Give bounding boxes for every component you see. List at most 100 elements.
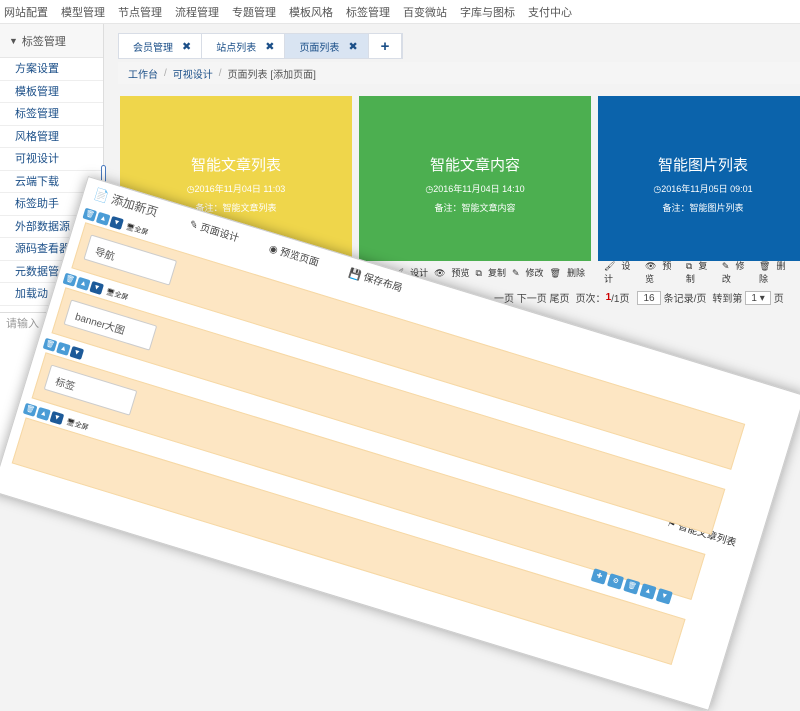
card-date: ◷2016年11月04日 14:10 (425, 184, 525, 194)
sidebar-item-template[interactable]: 模板管理 (0, 81, 103, 103)
move-down-icon[interactable]: ▼ (109, 215, 124, 230)
delete-label: 删除 (566, 267, 585, 278)
topnav-model-mgmt[interactable]: 模型管理 (61, 4, 105, 20)
add-icon[interactable]: ✚ (590, 568, 608, 585)
close-icon[interactable]: ✖ (182, 40, 191, 53)
card-actions: 🖌设计 👁预览 ⧉复制 ✎修改 🗑删除 (598, 261, 800, 284)
card-note: 备注：智能文章内容 (434, 203, 516, 213)
breadcrumb-current: 页面列表 [添加页面] (227, 69, 316, 81)
move-up-icon[interactable]: ▲ (56, 341, 71, 356)
close-icon[interactable]: ✖ (265, 40, 274, 53)
move-up-icon[interactable]: ▲ (95, 211, 111, 226)
per-page-input[interactable]: 16 (637, 290, 661, 305)
card-title: 智能文章内容 (429, 157, 520, 174)
topnav-tag-mgmt[interactable]: 标签管理 (346, 4, 390, 20)
pager-total: /1页 (611, 294, 630, 305)
per-page-label: 条记录/页 (663, 294, 707, 305)
sidebar-item-tag[interactable]: 标签管理 (0, 103, 103, 126)
page-design-label: 页面设计 (198, 221, 241, 245)
topnav-payment[interactable]: 支付中心 (528, 4, 572, 20)
move-up-icon[interactable]: ▲ (639, 583, 657, 600)
edit-label: 修改 (721, 261, 745, 284)
goto-label: 转到第 (712, 294, 743, 305)
edit-button[interactable]: ✎ 修改 (722, 259, 753, 285)
sidebar-header-label: 标签管理 (21, 35, 66, 48)
copy-label: 复制 (685, 261, 708, 284)
dialog-title-text: 添加新页 (109, 191, 160, 220)
delete-icon[interactable]: 🗑 (42, 337, 58, 352)
tab-page-list[interactable]: 页面列表 ✖ (285, 34, 369, 58)
pager-pages-label: 页次： (575, 294, 606, 305)
breadcrumb-separator: / (164, 67, 167, 79)
topnav-font-icon[interactable]: 字库与图标 (460, 4, 515, 20)
save-layout-label: 保存布局 (362, 271, 404, 294)
move-down-icon[interactable]: ▼ (655, 588, 673, 605)
preview-button[interactable]: 👁 预览 (434, 266, 469, 279)
move-down-icon[interactable]: ▼ (69, 345, 85, 360)
delete-button[interactable]: 🗑 删除 (759, 259, 794, 285)
move-up-icon[interactable]: ▲ (75, 276, 91, 291)
copy-button[interactable]: ⧉ 复制 (686, 259, 716, 285)
delete-icon[interactable]: 🗑 (82, 207, 98, 222)
topnav-node-mgmt[interactable]: 节点管理 (118, 4, 162, 20)
delete-button[interactable]: 🗑 删除 (550, 266, 585, 279)
sidebar-header[interactable]: ▼ 标签管理 (0, 24, 103, 58)
tab-bar: 会员管理 ✖ 站点列表 ✖ 页面列表 ✖ + (118, 33, 404, 59)
preview-label: 预览 (644, 261, 672, 284)
preview-button[interactable]: 👁 预览 (645, 259, 680, 285)
edit-label: 修改 (525, 267, 544, 278)
card-date: ◷2016年11月04日 11:03 (186, 184, 286, 194)
sidebar-item-visual-design[interactable]: 可视设计 (0, 148, 103, 171)
settings-icon[interactable]: ⚙ (606, 573, 625, 590)
preview-page-label: 预览页面 (278, 246, 321, 269)
tab-label: 会员管理 (133, 42, 173, 54)
delete-icon[interactable]: 🗑 (22, 402, 38, 417)
add-tab-button[interactable]: + (369, 34, 403, 58)
chevron-down-icon: ▼ (9, 35, 18, 46)
sidebar-item-style[interactable]: 风格管理 (0, 126, 103, 148)
tab-member-mgmt[interactable]: 会员管理 ✖ (119, 34, 203, 58)
edit-button[interactable]: ✎ 修改 (512, 266, 544, 279)
topnav-site-config[interactable]: 网站配置 (4, 4, 48, 20)
breadcrumb: 工作台 / 可视设计 / 页面列表 [添加页面] (118, 62, 800, 84)
preview-label: 预览 (451, 267, 470, 278)
topnav-template-style[interactable]: 模板风格 (289, 4, 333, 20)
sidebar-item-scheme[interactable]: 方案设置 (0, 58, 103, 81)
tab-label: 页面列表 (299, 42, 340, 54)
breadcrumb-home[interactable]: 工作台 (128, 66, 158, 81)
move-down-icon[interactable]: ▼ (49, 410, 65, 425)
goto-suffix: 页 (773, 294, 784, 305)
fullscreen-text: 全屏 (73, 420, 90, 432)
close-icon[interactable]: ✖ (348, 40, 357, 53)
fullscreen-text: 全屏 (113, 290, 129, 302)
move-down-icon[interactable]: ▼ (89, 280, 105, 295)
copy-label: 复制 (487, 267, 506, 278)
delete-icon[interactable]: 🗑 (623, 578, 641, 595)
topnav-flow-mgmt[interactable]: 流程管理 (175, 4, 219, 20)
breadcrumb-separator: / (218, 67, 222, 79)
tab-site-list[interactable]: 站点列表 ✖ (202, 34, 286, 58)
row-field-input[interactable] (83, 234, 178, 286)
card-date: ◷2016年11月05日 09:01 (653, 184, 753, 194)
page-card-article-content[interactable]: 智能文章内容 ◷2016年11月04日 14:10 备注：智能文章内容 (359, 96, 591, 261)
delete-icon[interactable]: 🗑 (62, 272, 78, 287)
page-card-image-list[interactable]: 智能图片列表 ◷2016年11月05日 09:01 备注：智能图片列表 (598, 96, 800, 261)
copy-button[interactable]: ⧉ 复制 (476, 266, 506, 279)
breadcrumb-visual-design[interactable]: 可视设计 (173, 66, 213, 81)
top-navigation: 网站配置 模型管理 节点管理 流程管理 专题管理 模板风格 标签管理 百变微站 … (0, 0, 800, 24)
card-title: 智能文章列表 (190, 157, 281, 174)
card-title: 智能图片列表 (657, 157, 748, 174)
row-field-input[interactable] (43, 364, 138, 416)
goto-page-select[interactable]: 1 ▾ (745, 290, 771, 305)
design-label: 设计 (603, 261, 631, 284)
tab-label: 站点列表 (216, 42, 257, 54)
move-up-icon[interactable]: ▲ (36, 406, 51, 421)
pagination: 一页 下一页 尾页 页次： 1 /1页 16 条记录/页 转到第 1 ▾ 页 (494, 290, 784, 305)
design-button[interactable]: 🖌设计 (604, 259, 639, 285)
row-field-input[interactable] (63, 299, 158, 351)
topnav-micro-site[interactable]: 百变微站 (403, 4, 447, 20)
card-note: 备注：智能图片列表 (662, 203, 744, 213)
topnav-topic-mgmt[interactable]: 专题管理 (232, 4, 276, 20)
delete-label: 删除 (759, 261, 786, 284)
fullscreen-text: 全屏 (133, 225, 149, 237)
